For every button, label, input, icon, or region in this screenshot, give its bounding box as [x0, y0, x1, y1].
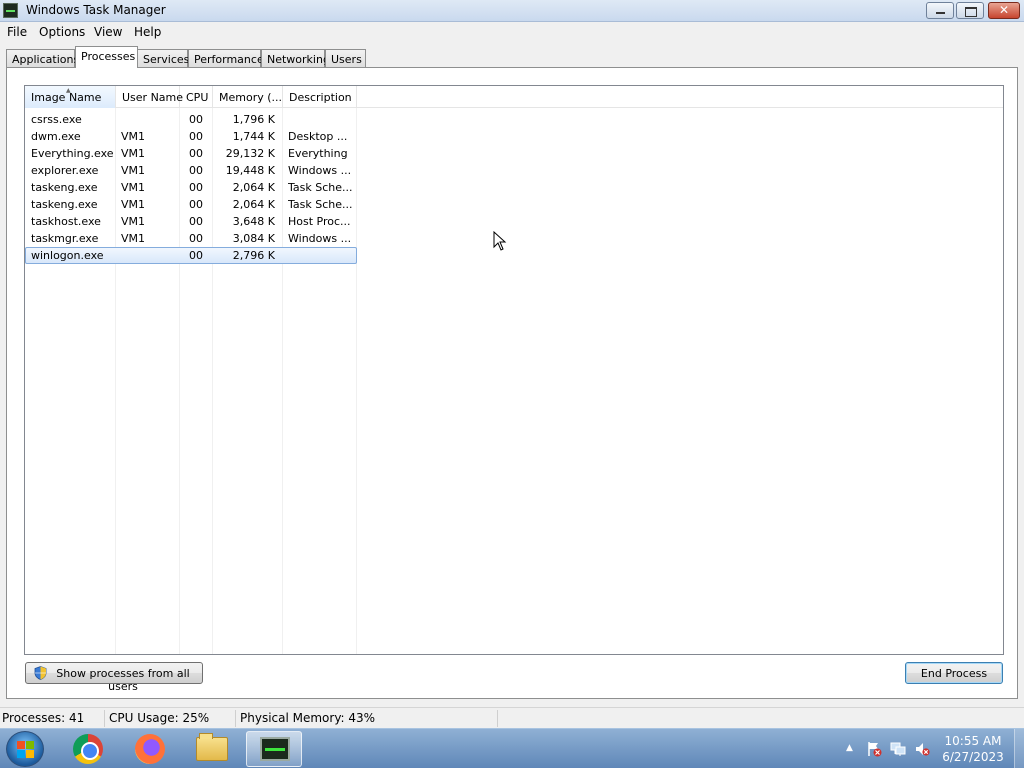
show-hidden-icons-arrow[interactable]: ▲	[846, 743, 853, 753]
tab-services[interactable]: Services	[137, 49, 189, 68]
taskbar-firefox[interactable]	[122, 731, 178, 767]
taskbar-file-explorer[interactable]	[184, 731, 240, 767]
column-image-name[interactable]: ▲ Image Name	[25, 86, 116, 108]
sort-ascending-icon: ▲	[66, 87, 71, 94]
table-row[interactable]: csrss.exe 00 1,796 K	[25, 111, 357, 128]
taskbar-task-manager[interactable]	[246, 731, 302, 767]
menu-help[interactable]: Help	[134, 25, 161, 39]
tab-processes[interactable]: Processes	[75, 46, 138, 68]
process-list[interactable]: ▲ Image Name User Name CPU Memory (... D…	[24, 85, 1004, 655]
table-row[interactable]: taskmgr.exe VM1 00 3,084 K Windows ...	[25, 230, 357, 247]
status-divider	[235, 710, 236, 727]
title-bar: Windows Task Manager	[0, 0, 1024, 22]
table-row-selected[interactable]: winlogon.exe 00 2,796 K	[25, 247, 357, 264]
tab-users[interactable]: Users	[325, 49, 366, 68]
column-header-row: ▲ Image Name User Name CPU Memory (... D…	[25, 86, 1003, 108]
minimize-button[interactable]	[926, 2, 954, 19]
table-row[interactable]: taskeng.exe VM1 00 2,064 K Task Sche...	[25, 179, 357, 196]
system-clock[interactable]: 10:55 AM 6/27/2023	[940, 733, 1006, 765]
table-row[interactable]: explorer.exe VM1 00 19,448 K Windows ...	[25, 162, 357, 179]
restore-button[interactable]	[956, 2, 984, 19]
tab-networking[interactable]: Networking	[261, 49, 330, 68]
close-button[interactable]	[988, 2, 1020, 19]
clock-time: 10:55 AM	[944, 734, 1002, 748]
table-row[interactable]: dwm.exe VM1 00 1,744 K Desktop ...	[25, 128, 357, 145]
task-manager-app-icon	[3, 3, 18, 18]
menu-options[interactable]: Options	[39, 25, 85, 39]
menu-file[interactable]: File	[7, 25, 27, 39]
start-button[interactable]	[6, 731, 44, 767]
status-divider	[497, 710, 498, 727]
show-desktop-button[interactable]	[1014, 729, 1024, 768]
status-bar: Processes: 41 CPU Usage: 25% Physical Me…	[0, 707, 1024, 728]
task-manager-icon	[260, 737, 290, 761]
menu-bar: File Options View Help	[0, 22, 1024, 42]
clock-date: 6/27/2023	[942, 750, 1004, 764]
tab-performance[interactable]: Performance	[188, 49, 264, 68]
volume-muted-icon[interactable]	[914, 741, 930, 757]
uac-shield-icon	[34, 666, 47, 680]
mouse-pointer-icon	[493, 231, 507, 251]
status-processes: Processes: 41	[2, 711, 85, 725]
show-all-processes-button[interactable]: Show processes from all users	[25, 662, 203, 693]
taskbar: ▲ 10:55 AM 6/27/2023	[0, 728, 1024, 768]
file-explorer-icon	[196, 733, 228, 761]
network-icon[interactable]	[890, 741, 906, 757]
column-user-name[interactable]: User Name	[116, 86, 183, 108]
processes-panel: ▲ Image Name User Name CPU Memory (... D…	[6, 67, 1018, 699]
column-memory[interactable]: Memory (...	[213, 86, 283, 108]
table-row[interactable]: taskhost.exe VM1 00 3,648 K Host Proc...	[25, 213, 357, 230]
end-process-button[interactable]: End Process	[905, 662, 1003, 684]
windows-logo-icon	[17, 741, 35, 759]
tab-applications[interactable]: Applications	[6, 49, 79, 68]
column-cpu[interactable]: CPU	[180, 86, 213, 108]
column-description[interactable]: Description	[283, 86, 357, 108]
table-row[interactable]: taskeng.exe VM1 00 2,064 K Task Sche...	[25, 196, 357, 213]
show-all-processes-label: Show processes from all users	[56, 667, 190, 693]
status-divider	[104, 710, 105, 727]
menu-view[interactable]: View	[94, 25, 122, 39]
chrome-icon	[73, 734, 103, 764]
window-title: Windows Task Manager	[26, 3, 166, 17]
table-row[interactable]: Everything.exe VM1 00 29,132 K Everything	[25, 145, 357, 162]
status-physical-memory: Physical Memory: 43%	[240, 711, 376, 725]
status-cpu-usage: CPU Usage: 25%	[109, 711, 210, 725]
firefox-icon	[135, 734, 165, 764]
taskbar-chrome[interactable]	[60, 731, 116, 767]
action-center-icon[interactable]	[866, 741, 882, 757]
